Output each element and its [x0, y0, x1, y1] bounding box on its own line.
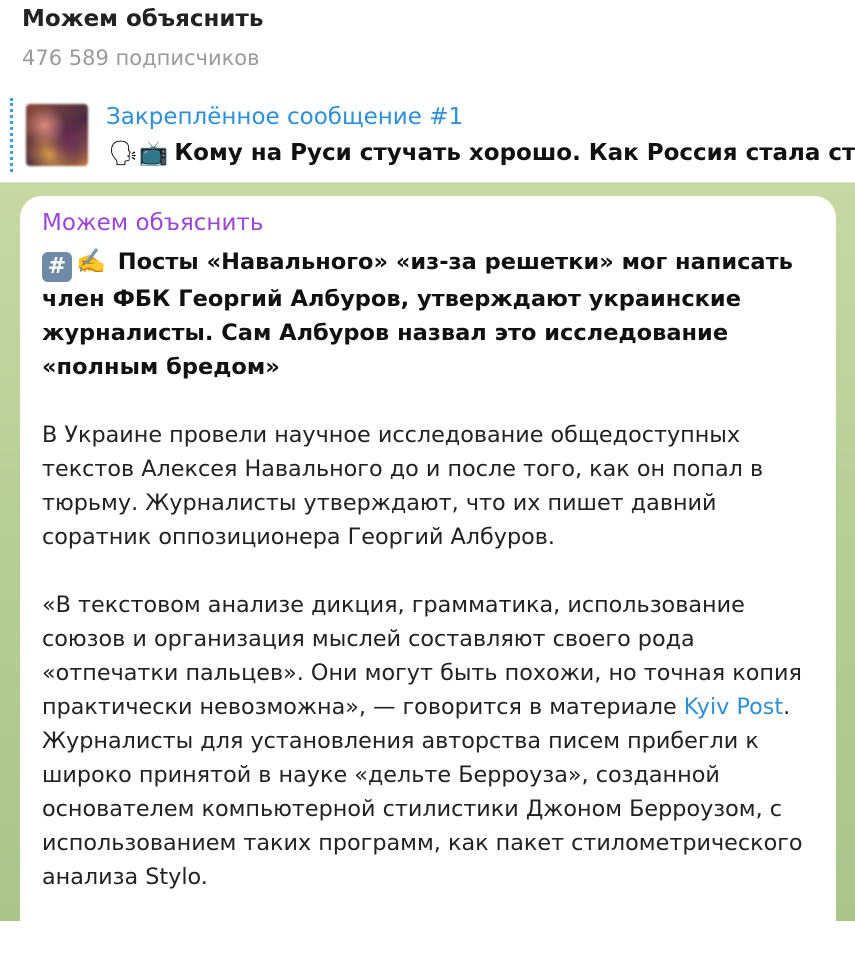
message-author[interactable]: Можем объяснить [42, 210, 263, 236]
hashtag-icon: # [42, 252, 72, 282]
pinned-indicator [10, 98, 16, 172]
writing-hand-icon: ✍️ [76, 247, 106, 275]
channel-title[interactable]: Можем объяснить [22, 6, 263, 32]
kyiv-post-link[interactable]: Kyiv Post [684, 694, 783, 720]
pinned-preview[interactable]: 🗣📺 Кому на Руси стучать хорошо. Как Росс… [108, 136, 855, 170]
channel-header[interactable]: Можем объяснить 476 589 подписчиков [0, 0, 855, 93]
headline-text: Посты «Навального» «из-за решетки» мог н… [42, 249, 793, 380]
pinned-message-bar[interactable]: Закреплённое сообщение #1 🗣📺 Кому на Рус… [0, 92, 855, 183]
message-headline: # ✍️ Посты «Навального» «из-за решетки» м… [42, 244, 832, 384]
message-paragraph-1: В Украине провели научное исследование о… [42, 422, 764, 550]
pinned-thumbnail[interactable] [26, 104, 88, 166]
subscriber-count: 476 589 подписчиков [22, 46, 260, 70]
message-paragraph-2: «В текстовом анализе дикция, грамматика,… [42, 588, 832, 894]
paragraph-2-text-end: . Журналисты для установления авторства … [42, 694, 803, 890]
speaking-head-tv-icon: 🗣📺 [108, 139, 169, 167]
pinned-preview-text: Кому на Руси стучать хорошо. Как Россия … [174, 140, 855, 166]
pinned-title[interactable]: Закреплённое сообщение #1 [106, 104, 463, 130]
